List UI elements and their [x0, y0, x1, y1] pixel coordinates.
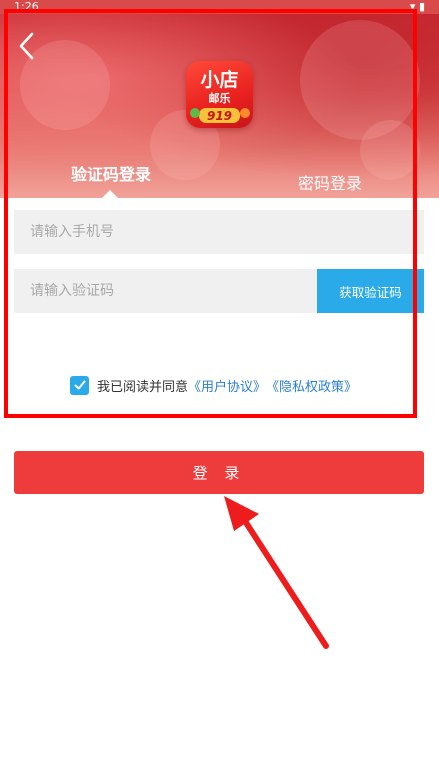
logo-subtitle: 邮乐 — [209, 91, 231, 105]
logo-title: 小店 — [200, 68, 238, 91]
active-tab-indicator — [102, 190, 118, 198]
chevron-left-icon — [19, 32, 34, 60]
code-row: 获取验证码 — [14, 269, 424, 313]
app-logo: 小店 邮乐 919 — [186, 61, 253, 128]
login-button[interactable]: 登 录 — [14, 451, 424, 494]
status-time: 1:26 — [14, 0, 39, 13]
privacy-policy-link[interactable]: 《隐私权政策》 — [266, 376, 357, 395]
tab-sms-login[interactable]: 验证码登录 — [71, 161, 151, 185]
back-button[interactable] — [12, 28, 44, 64]
get-code-button[interactable]: 获取验证码 — [317, 269, 424, 313]
agreement-text: 我已阅读并同意 — [97, 379, 189, 395]
phone-row — [14, 210, 424, 254]
tab-password-login[interactable]: 密码登录 — [298, 170, 362, 194]
checkmark-icon — [74, 380, 85, 390]
logo-badge: 919 — [207, 109, 232, 123]
verification-code-input[interactable] — [14, 269, 317, 313]
user-agreement-link[interactable]: 《用户协议》 — [188, 376, 266, 395]
status-icons: ▾ ▮ — [409, 0, 425, 13]
phone-input[interactable] — [14, 210, 424, 254]
status-bar: 1:26 ▾ ▮ — [0, 0, 439, 14]
agreement-row: 我已阅读并同意 《用户协议》 《隐私权政策》 — [70, 375, 357, 395]
agreement-checkbox[interactable] — [70, 375, 89, 395]
